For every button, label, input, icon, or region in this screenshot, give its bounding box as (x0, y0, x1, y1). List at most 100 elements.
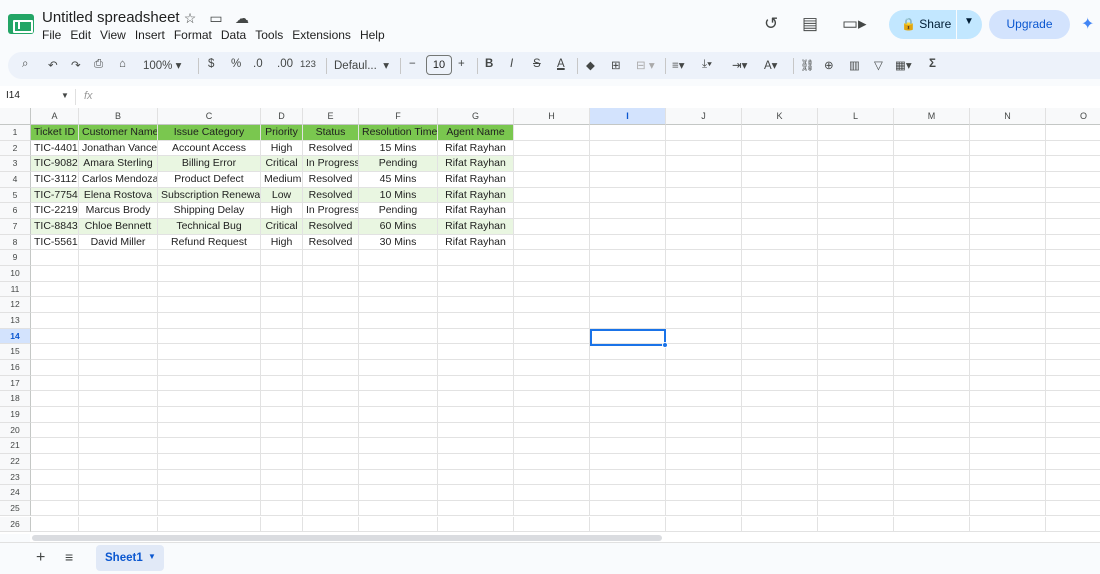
cell-l6[interactable] (818, 203, 894, 219)
cell-e26[interactable] (303, 516, 359, 533)
cell-i7[interactable] (590, 218, 666, 235)
row-header-24[interactable]: 24 (0, 485, 31, 501)
cell-d4[interactable]: Medium (261, 171, 303, 188)
star-icon[interactable]: ☆ (182, 10, 198, 27)
cell-g23[interactable] (438, 469, 514, 486)
cell-f23[interactable] (359, 469, 438, 486)
cell-m15[interactable] (894, 344, 970, 360)
cell-c7[interactable]: Technical Bug (158, 218, 261, 235)
cell-a2[interactable]: TIC-4401 (31, 140, 79, 157)
cell-l19[interactable] (818, 406, 894, 423)
cell-d17[interactable] (261, 375, 303, 392)
cell-h13[interactable] (514, 312, 590, 329)
insert-comment-icon[interactable]: ⊕ (824, 58, 834, 72)
cell-n12[interactable] (970, 297, 1046, 313)
cell-m25[interactable] (894, 500, 970, 517)
select-all-corner[interactable] (0, 108, 31, 125)
cell-d22[interactable] (261, 453, 303, 470)
cell-e23[interactable] (303, 469, 359, 486)
cell-o14[interactable] (1046, 329, 1100, 345)
cell-a10[interactable] (31, 265, 79, 282)
cell-l7[interactable] (818, 218, 894, 235)
cell-b1[interactable]: Customer Name (79, 125, 158, 141)
strikethrough-button[interactable]: S (533, 58, 541, 70)
cell-e15[interactable] (303, 344, 359, 360)
increase-decimal-button[interactable]: .00 (277, 58, 293, 70)
cell-g18[interactable] (438, 391, 514, 407)
row-header-8[interactable]: 8 (0, 234, 31, 251)
row-header-21[interactable]: 21 (0, 438, 31, 454)
cell-c20[interactable] (158, 422, 261, 439)
column-header-a[interactable]: A (31, 108, 79, 125)
cell-e7[interactable]: Resolved (303, 218, 359, 235)
cell-f9[interactable] (359, 250, 438, 266)
cell-c1[interactable]: Issue Category (158, 125, 261, 141)
cell-n23[interactable] (970, 469, 1046, 486)
cell-o5[interactable] (1046, 188, 1100, 204)
cell-i13[interactable] (590, 312, 666, 329)
cell-d9[interactable] (261, 250, 303, 266)
decrease-decimal-button[interactable]: .0 (253, 58, 263, 70)
cell-o24[interactable] (1046, 485, 1100, 501)
cell-m11[interactable] (894, 281, 970, 298)
cell-a5[interactable]: TIC-7754 (31, 187, 79, 204)
cell-o3[interactable] (1046, 156, 1100, 172)
cell-d24[interactable] (261, 485, 303, 501)
cell-l3[interactable] (818, 156, 894, 172)
cell-n8[interactable] (970, 234, 1046, 251)
cell-i2[interactable] (590, 140, 666, 157)
cell-n1[interactable] (970, 125, 1046, 141)
cell-f11[interactable] (359, 281, 438, 298)
cell-m8[interactable] (894, 234, 970, 251)
cell-k13[interactable] (742, 312, 818, 329)
row-header-14[interactable]: 14 (0, 328, 31, 345)
cell-h3[interactable] (514, 156, 590, 172)
cell-g19[interactable] (438, 406, 514, 423)
cell-l4[interactable] (818, 171, 894, 188)
cell-e12[interactable] (303, 297, 359, 313)
row-header-10[interactable]: 10 (0, 265, 31, 282)
currency-format-button[interactable]: $ (208, 58, 214, 70)
cell-d23[interactable] (261, 469, 303, 486)
cell-k25[interactable] (742, 500, 818, 517)
cell-a17[interactable] (31, 375, 79, 392)
cell-h8[interactable] (514, 234, 590, 251)
column-header-d[interactable]: D (261, 108, 303, 125)
cell-f20[interactable] (359, 422, 438, 439)
cell-j22[interactable] (666, 453, 742, 470)
cell-o6[interactable] (1046, 203, 1100, 219)
cell-n26[interactable] (970, 516, 1046, 533)
row-header-5[interactable]: 5 (0, 187, 31, 204)
cell-j6[interactable] (666, 203, 742, 219)
cell-j8[interactable] (666, 234, 742, 251)
cell-g24[interactable] (438, 485, 514, 501)
row-header-4[interactable]: 4 (0, 171, 31, 188)
cell-g3[interactable]: Rifat Rayhan (438, 156, 514, 172)
cell-f24[interactable] (359, 485, 438, 501)
scrollbar-thumb[interactable] (32, 535, 662, 541)
cell-o25[interactable] (1046, 501, 1100, 517)
cell-e9[interactable] (303, 250, 359, 266)
insert-chart-icon[interactable]: ▥ (849, 58, 860, 72)
cell-i18[interactable] (590, 391, 666, 407)
cell-a21[interactable] (31, 438, 79, 454)
cell-j24[interactable] (666, 485, 742, 501)
cell-f25[interactable] (359, 500, 438, 517)
cell-d12[interactable] (261, 297, 303, 313)
cell-i26[interactable] (590, 516, 666, 533)
cell-n4[interactable] (970, 171, 1046, 188)
column-header-i[interactable]: I (590, 108, 666, 125)
menu-insert[interactable]: Insert (130, 28, 169, 42)
cell-e19[interactable] (303, 406, 359, 423)
cell-e5[interactable]: Resolved (303, 187, 359, 204)
cell-f12[interactable] (359, 297, 438, 313)
cell-h5[interactable] (514, 187, 590, 204)
row-header-25[interactable]: 25 (0, 500, 31, 517)
move-to-folder-icon[interactable]: ▭ (208, 10, 224, 27)
cell-d3[interactable]: Critical (261, 156, 303, 172)
cell-n20[interactable] (970, 422, 1046, 439)
cell-h23[interactable] (514, 469, 590, 486)
cell-c13[interactable] (158, 312, 261, 329)
row-header-7[interactable]: 7 (0, 218, 31, 235)
cell-o11[interactable] (1046, 282, 1100, 298)
